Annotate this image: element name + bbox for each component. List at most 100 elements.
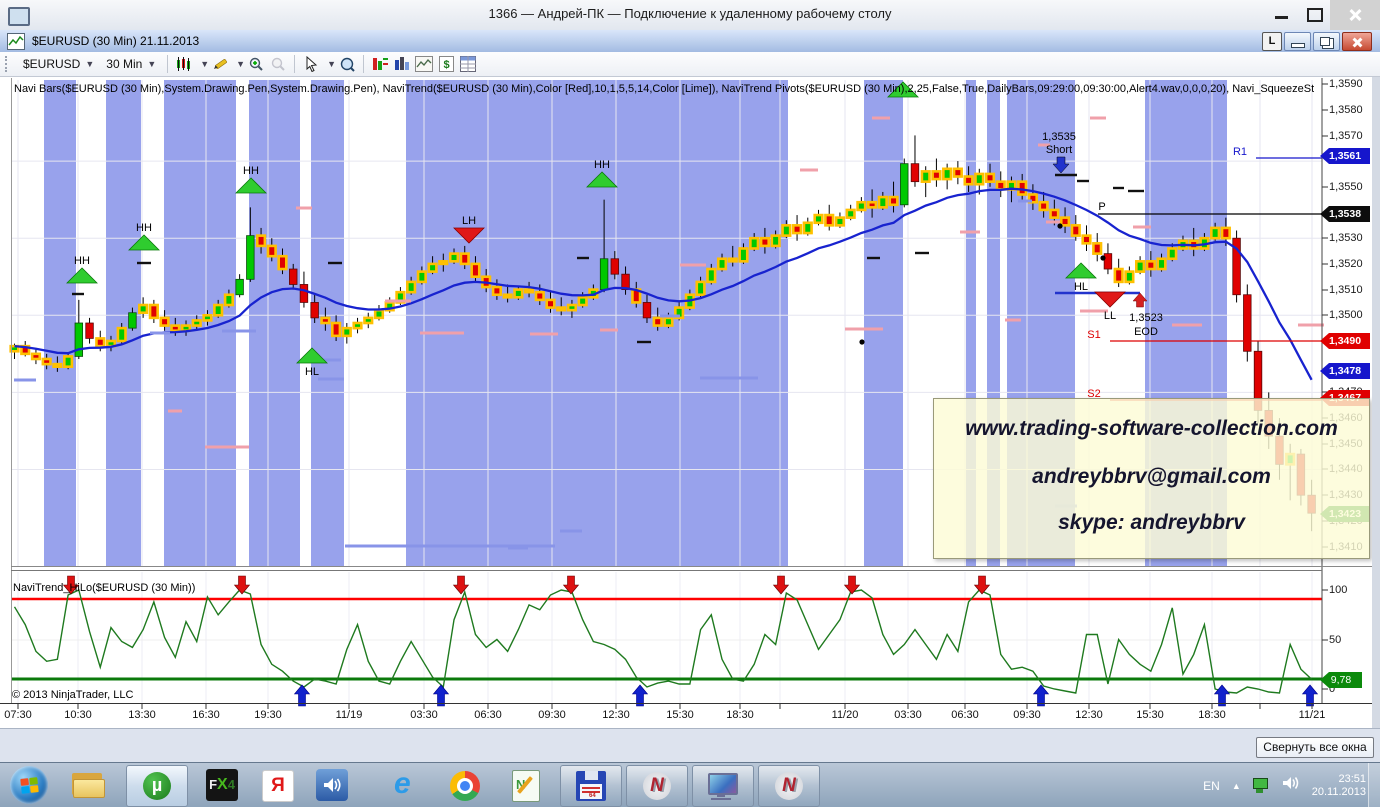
fx4-taskbar-icon[interactable]: FX4 [206,769,238,801]
rdp-close-button[interactable] [1330,0,1380,30]
data-box-button[interactable] [336,54,358,74]
chrome-taskbar-icon[interactable] [450,771,480,801]
time-axis-label: 11/20 [832,709,859,721]
zoom-out-button[interactable] [267,54,289,74]
yandex-taskbar-icon[interactable]: Я [262,770,294,802]
draw-tool-button[interactable] [209,54,231,74]
watermark-skype: skype: andreybbrv [934,511,1369,535]
vendor-watermark: www.trading-software-collection.com andr… [933,398,1370,559]
chart-trader-button[interactable] [391,54,413,74]
copyright-label: © 2013 NinjaTrader, LLC [12,689,133,701]
oscillator-value-marker: 9,78 [1320,672,1362,688]
time-axis-label: 16:30 [192,709,220,721]
rdp-maximize-button[interactable] [1298,0,1330,30]
notepad-icon: N [512,770,540,802]
oscillator-panel-label: NaviTrend_HiLo($EURUSD (30 Min)) [13,582,195,594]
time-axis-label: 12:30 [1075,709,1103,721]
indicators-button[interactable] [369,54,391,74]
link-button[interactable]: L [1262,32,1282,51]
toolbar-grip[interactable] [5,56,12,72]
time-axis-label: 15:30 [666,709,694,721]
grid-table-button[interactable] [457,54,479,74]
account-dollar-button[interactable]: $ [435,54,457,74]
chevron-down-icon[interactable]: ▼ [327,59,336,69]
watermark-url: www.trading-software-collection.com [934,417,1369,441]
show-desktop-button[interactable] [1368,763,1380,807]
time-axis-label: 07:30 [4,709,32,721]
price-axis-tick: 1,3520 [1329,258,1363,270]
oscillator-axis-tick: 50 [1329,634,1341,646]
rdp-minimize-button[interactable] [1266,0,1298,30]
interval-dropdown[interactable]: 30 Min ▼ [100,55,162,73]
price-marker-1,3490: 1,3490 [1320,333,1370,349]
window-right-border [1372,30,1380,728]
system-tray: EN ▲ 23:51 20.11.2013 [1203,763,1366,807]
remote-app-taskbar-button[interactable] [692,765,754,807]
zoom-in-button[interactable] [245,54,267,74]
internet-explorer-taskbar-icon[interactable]: e [394,767,411,801]
clock[interactable]: 23:51 20.11.2013 [1312,773,1366,799]
rdp-window-title: 1366 — Андрей-ПК — Подключение к удаленн… [0,6,1380,21]
chart-restore-button[interactable] [1313,32,1340,51]
price-axis-tick: 1,3570 [1329,130,1363,142]
time-axis-label: 11/21 [1299,709,1326,721]
chevron-down-icon[interactable]: ▼ [236,59,245,69]
start-button[interactable] [10,766,48,804]
chart-minimize-button[interactable] [1284,32,1311,51]
time-axis-label: 06:30 [951,709,979,721]
chrome-icon [450,771,480,801]
explorer-taskbar-icon[interactable] [72,773,104,797]
yandex-icon: Я [262,770,294,802]
price-marker-1,3538: 1,3538 [1320,206,1370,222]
time-axis-label: 18:30 [1198,709,1226,721]
ninjatrader2-taskbar-button[interactable]: N [758,765,820,807]
price-axis-tick: 1,3500 [1329,309,1363,321]
chart-style-button[interactable] [173,54,195,74]
ninjatrader-taskbar-button[interactable]: N [626,765,688,807]
chart-close-button[interactable] [1342,32,1372,51]
clock-date: 20.11.2013 [1312,786,1366,799]
ninjatrader-icon: N [643,772,671,800]
watermark-email: andreybbrv@gmail.com [934,465,1369,489]
fx4-icon: FX4 [206,769,238,801]
interval-value: 30 Min [106,57,142,71]
toolbar-separator [294,55,295,73]
time-axis-label: 03:30 [410,709,438,721]
language-indicator[interactable]: EN [1203,779,1220,793]
indicator-header: Navi Bars($EURUSD (30 Min),System.Drawin… [14,83,1314,95]
folder-icon [72,773,104,797]
time-axis-label: 13:30 [128,709,156,721]
remote-computer-icon [708,772,738,800]
taskbar: µ FX4 Я e N 64 N [0,762,1380,807]
time-axis-label: 12:30 [602,709,630,721]
windows-logo-icon [20,777,38,794]
rdp-window-controls [1266,0,1380,30]
tray-expand-icon[interactable]: ▲ [1232,781,1241,791]
time-axis-label: 18:30 [726,709,754,721]
notepad-plus-taskbar-icon[interactable]: N [512,770,540,802]
chart-window-controls: L [1262,32,1372,51]
time-axis-label: 09:30 [538,709,566,721]
toolbar-separator [363,55,364,73]
chevron-down-icon[interactable]: ▼ [200,59,209,69]
clock-time: 23:51 [1312,773,1366,786]
price-marker-1,3561: 1,3561 [1320,148,1370,164]
cursor-tool-button[interactable] [300,54,322,74]
rdp-titlebar: 1366 — Андрей-ПК — Подключение к удаленн… [0,0,1380,31]
chart-window-icon [7,33,25,50]
speaker-icon [316,769,348,801]
volume-app-taskbar-icon[interactable] [316,769,348,801]
instrument-dropdown[interactable]: $EURUSD ▼ [17,55,100,73]
price-axis-tick: 1,3590 [1329,78,1363,90]
save-tool-taskbar-button[interactable]: 64 [560,765,622,807]
floppy-disk-icon: 64 [576,771,606,801]
utorrent-taskbar-button[interactable]: µ [126,765,188,807]
chevron-down-icon: ▼ [85,59,94,69]
volume-tray-icon[interactable] [1282,775,1300,796]
price-axis-tick: 1,3550 [1329,181,1363,193]
oscillator-axis-tick: 100 [1329,584,1347,596]
mini-chart-button[interactable] [413,54,435,74]
time-axis-label: 19:30 [254,709,282,721]
desktop-strip [0,728,1380,763]
network-tray-icon[interactable] [1253,778,1270,793]
